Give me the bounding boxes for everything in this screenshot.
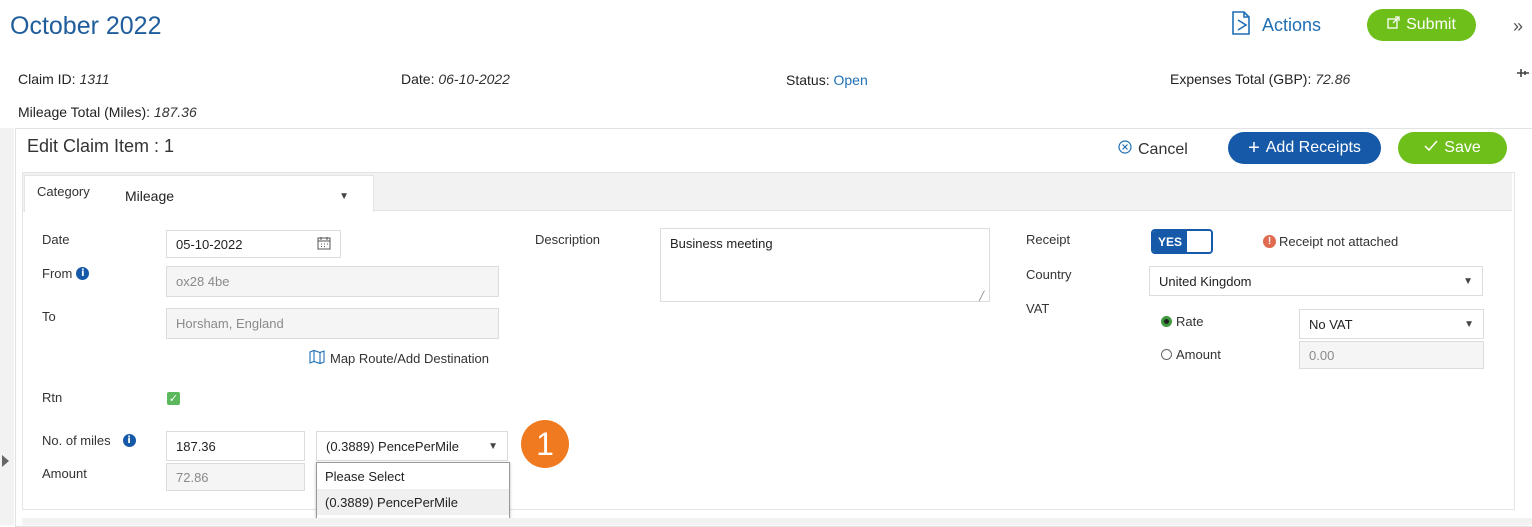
map-icon xyxy=(309,349,325,368)
panel-footer-strip xyxy=(22,518,1532,525)
expand-panel-icon[interactable]: » xyxy=(1513,16,1523,37)
document-arrow-icon xyxy=(1228,10,1254,41)
amount-field: 72.86 xyxy=(166,463,305,491)
cancel-button[interactable]: Cancel xyxy=(1118,140,1188,159)
category-label: Category xyxy=(37,184,90,199)
check-icon xyxy=(1424,139,1438,157)
claim-id: Claim ID: 1311 xyxy=(18,71,110,87)
status-badge: Open xyxy=(833,72,868,88)
info-icon[interactable]: i xyxy=(76,267,90,280)
external-link-icon xyxy=(1387,16,1400,34)
map-route-link[interactable]: Map Route/Add Destination xyxy=(309,349,489,368)
miles-label-group: No. of miles i xyxy=(42,433,136,448)
expenses-total: Expenses Total (GBP): 72.86 xyxy=(1170,71,1351,87)
from-field[interactable]: ox28 4be xyxy=(166,266,499,297)
date-field[interactable]: 05-10-2022 xyxy=(166,230,341,258)
vat-label: VAT xyxy=(1026,301,1050,316)
from-label-group: From i xyxy=(42,266,90,281)
return-checkbox[interactable]: ✓ xyxy=(167,392,180,405)
dropdown-option-please-select[interactable]: Please Select xyxy=(317,463,509,489)
page-title: October 2022 xyxy=(10,12,162,40)
radio-selected-icon[interactable] xyxy=(1161,316,1172,327)
description-label: Description xyxy=(535,232,601,247)
to-label: To xyxy=(42,309,56,324)
submit-label: Submit xyxy=(1406,16,1456,33)
vat-amount-option[interactable]: Amount xyxy=(1161,347,1221,362)
pin-icon[interactable] xyxy=(1516,66,1530,85)
cancel-label: Cancel xyxy=(1138,140,1188,158)
step-number-badge: 1 xyxy=(521,420,569,468)
actions-button[interactable]: Actions xyxy=(1228,10,1321,41)
toggle-knob xyxy=(1187,231,1211,252)
country-select[interactable]: United Kingdom ▼ xyxy=(1149,266,1483,296)
chevron-down-icon: ▼ xyxy=(1464,318,1474,330)
miles-field[interactable]: 187.36 xyxy=(166,431,305,461)
calendar-icon[interactable] xyxy=(317,236,331,253)
description-textarea[interactable]: Business meeting xyxy=(660,228,990,302)
receipt-label: Receipt xyxy=(1026,232,1071,247)
radio-unselected-icon[interactable] xyxy=(1161,349,1172,360)
save-label: Save xyxy=(1444,139,1481,156)
save-button[interactable]: Save xyxy=(1398,132,1507,164)
rtn-label: Rtn xyxy=(42,390,63,405)
country-label: Country xyxy=(1026,267,1072,282)
add-receipts-button[interactable]: + Add Receipts xyxy=(1228,132,1381,164)
plus-icon: + xyxy=(1248,137,1260,159)
mileage-total: Mileage Total (Miles): 187.36 xyxy=(18,104,197,120)
vat-rate-option[interactable]: Rate xyxy=(1161,314,1203,329)
claim-status: Status: Open xyxy=(786,72,868,88)
chevron-down-icon: ▼ xyxy=(488,440,498,452)
vat-amount-field[interactable]: 0.00 xyxy=(1299,341,1484,369)
warning-icon: ! xyxy=(1263,235,1276,248)
info-icon[interactable]: i xyxy=(122,434,136,447)
dropdown-option-pence-per-mile[interactable]: (0.3889) PencePerMile xyxy=(317,489,509,515)
add-receipts-label: Add Receipts xyxy=(1265,139,1361,156)
rate-select[interactable]: (0.3889) PencePerMile ▼ xyxy=(316,431,508,461)
expand-arrow-icon[interactable] xyxy=(2,455,9,467)
receipt-warning: ! Receipt not attached xyxy=(1263,234,1398,249)
vat-rate-select[interactable]: No VAT ▼ xyxy=(1299,309,1484,339)
receipt-toggle[interactable]: YES xyxy=(1151,229,1213,254)
to-field[interactable]: Horsham, England xyxy=(166,308,499,339)
submit-button[interactable]: Submit xyxy=(1367,9,1476,41)
close-circle-icon xyxy=(1118,140,1132,159)
category-select[interactable]: Mileage ▼ xyxy=(118,182,356,210)
resize-handle-icon[interactable]: ╱ xyxy=(979,291,984,302)
rate-dropdown-menu: Please Select (0.3889) PencePerMile xyxy=(316,462,510,519)
actions-label: Actions xyxy=(1262,15,1322,35)
date-label: Date xyxy=(42,232,70,247)
amount-label: Amount xyxy=(42,466,87,481)
chevron-down-icon: ▼ xyxy=(339,190,349,202)
claim-date: Date: 06-10-2022 xyxy=(401,71,510,87)
chevron-down-icon: ▼ xyxy=(1463,275,1473,287)
toggle-yes-label: YES xyxy=(1153,231,1187,252)
edit-item-title: Edit Claim Item : 1 xyxy=(27,136,175,156)
